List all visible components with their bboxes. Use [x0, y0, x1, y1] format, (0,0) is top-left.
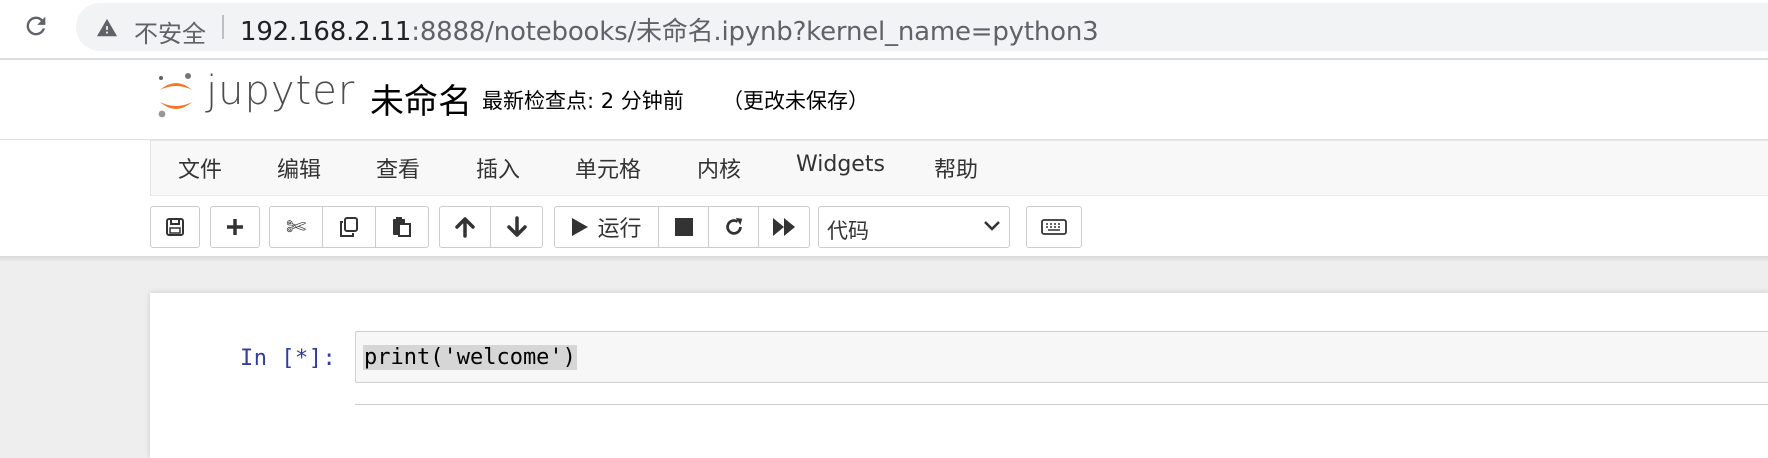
- jupyter-logo-text[interactable]: jupyter: [206, 68, 355, 114]
- code-text[interactable]: print('welcome'): [363, 345, 577, 370]
- restart-run-all-button[interactable]: [759, 206, 810, 248]
- menu-view[interactable]: 查看: [376, 152, 420, 184]
- jupyter-logo-icon[interactable]: [156, 70, 196, 122]
- menu-insert[interactable]: 插入: [476, 152, 520, 184]
- menu-file[interactable]: 文件: [178, 152, 222, 184]
- arrow-down-icon: [506, 216, 527, 237]
- run-label: 运行: [597, 217, 642, 242]
- scissors-icon: ✄: [285, 213, 307, 241]
- reload-icon[interactable]: [20, 10, 52, 42]
- move-up-button[interactable]: [439, 206, 491, 248]
- restart-button[interactable]: [709, 206, 759, 248]
- copy-button[interactable]: [323, 206, 376, 248]
- command-palette-button[interactable]: [1026, 206, 1082, 248]
- menu-kernel[interactable]: 内核: [697, 152, 741, 184]
- checkpoint-status: 最新检查点: 2 分钟前: [482, 89, 684, 113]
- url-path: :8888/notebooks/未命名.ipynb?kernel_name=py…: [411, 17, 1099, 47]
- menu-widgets[interactable]: Widgets: [796, 152, 885, 177]
- cell-type-value: 代码: [827, 219, 869, 243]
- security-label[interactable]: 不安全: [134, 14, 206, 49]
- play-icon: [572, 218, 589, 236]
- menu-cell[interactable]: 单元格: [575, 152, 641, 184]
- copy-icon: [340, 217, 358, 237]
- next-cell-border: [355, 404, 1768, 405]
- fast-forward-icon: [773, 218, 795, 236]
- warning-icon[interactable]: [96, 17, 118, 39]
- save-icon: [166, 218, 184, 236]
- insert-cell-button[interactable]: [210, 206, 260, 248]
- arrow-up-icon: [455, 217, 475, 238]
- chevron-down-icon: [984, 221, 1000, 231]
- notebook-title[interactable]: 未命名: [370, 74, 472, 123]
- keyboard-icon: [1041, 219, 1067, 235]
- interrupt-button[interactable]: [659, 206, 709, 248]
- cell-type-select[interactable]: 代码: [818, 206, 1010, 248]
- restart-icon: [725, 217, 742, 235]
- plus-icon: [227, 219, 243, 235]
- run-button[interactable]: 运行: [554, 206, 659, 248]
- move-down-button[interactable]: [491, 206, 543, 248]
- paste-icon: [393, 217, 411, 237]
- address-bar[interactable]: 不安全 192.168.2.11:8888/notebooks/未命名.ipyn…: [76, 3, 1768, 51]
- paste-button[interactable]: [376, 206, 429, 248]
- menu-edit[interactable]: 编辑: [277, 152, 321, 184]
- url-text[interactable]: 192.168.2.11:8888/notebooks/未命名.ipynb?ke…: [240, 11, 1099, 48]
- url-host: 192.168.2.11: [240, 17, 412, 47]
- toolbar-shadow: [0, 256, 1768, 262]
- unsaved-status: （更改未保存）: [722, 89, 869, 113]
- menu-help[interactable]: 帮助: [934, 152, 978, 184]
- stop-icon: [674, 218, 693, 236]
- save-button[interactable]: [150, 206, 200, 248]
- cut-button[interactable]: ✄: [269, 206, 323, 248]
- input-prompt: In [*]:: [240, 346, 337, 371]
- address-separator: [222, 15, 224, 39]
